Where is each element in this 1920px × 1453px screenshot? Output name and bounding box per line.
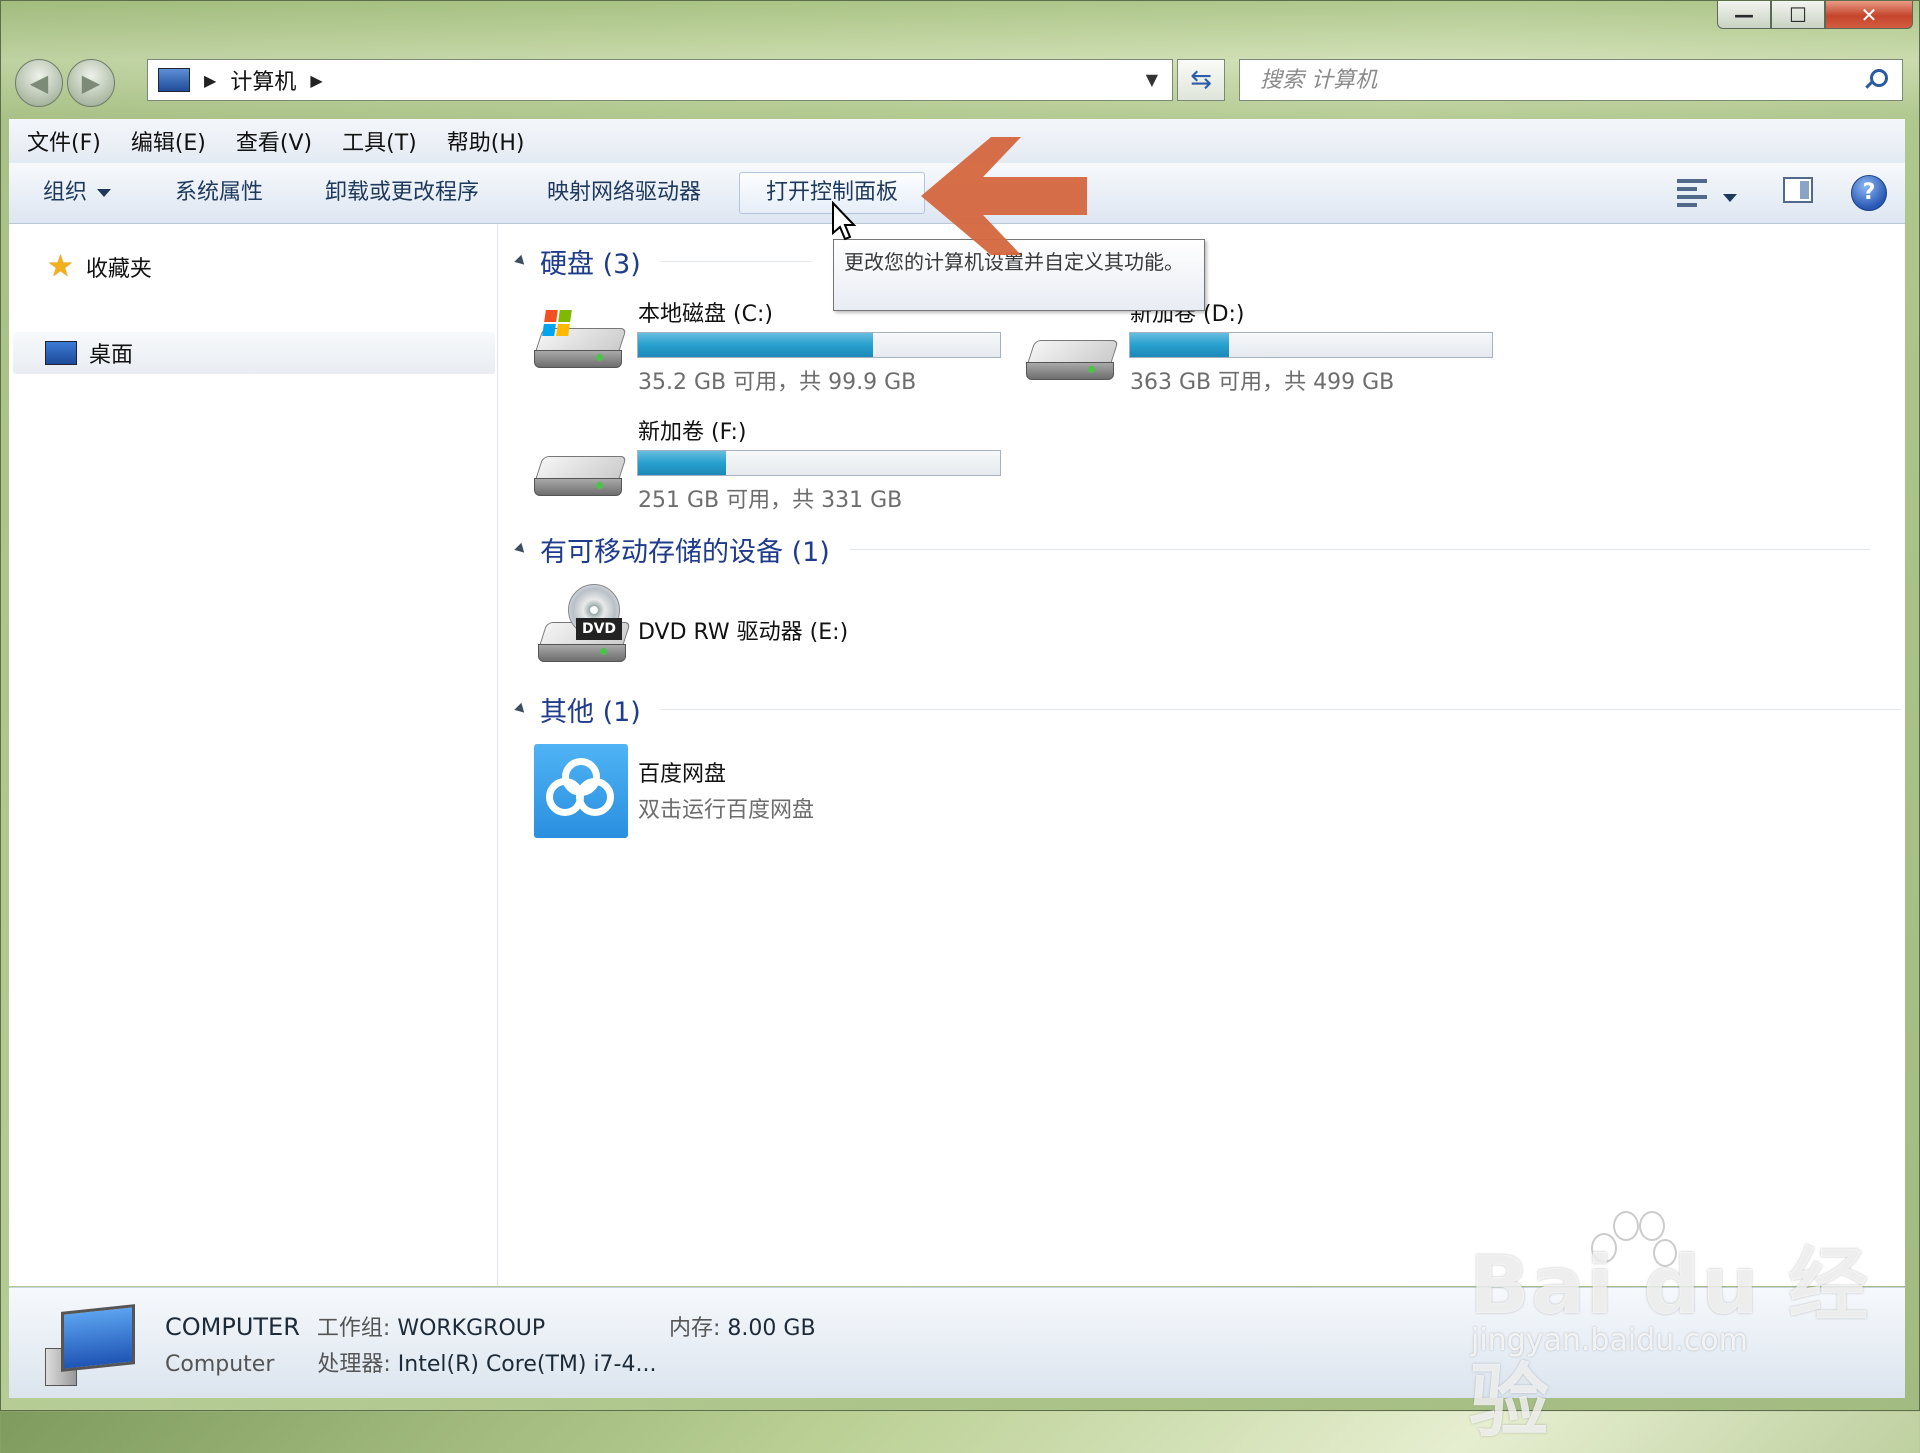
cpu-label: 处理器: bbox=[317, 1352, 391, 1377]
workgroup-label: 工作组: bbox=[316, 1316, 391, 1341]
nav-favorites[interactable]: ★ 收藏夹 bbox=[47, 249, 152, 284]
uninstall-program-button[interactable]: 卸载或更改程序 bbox=[325, 175, 479, 211]
breadcrumb-computer[interactable]: 计算机 bbox=[230, 64, 296, 96]
memory-label: 内存: bbox=[669, 1316, 721, 1341]
organize-button[interactable]: 组织 bbox=[43, 175, 112, 211]
caption-buttons: — ☐ ✕ bbox=[1717, 1, 1913, 31]
group-title: 有可移动存储的设备 (1) bbox=[540, 537, 830, 568]
content-pane: 硬盘 (3) 本地磁盘 (C:) 35.2 GB 可用，共 99.9 GB 新加… bbox=[498, 224, 1905, 1286]
menu-file[interactable]: 文件(F) bbox=[27, 125, 101, 157]
collapse-arrow-icon[interactable] bbox=[514, 702, 528, 717]
preview-pane-icon[interactable] bbox=[1783, 177, 1813, 203]
cpu-value: Intel(R) Core(TM) i7-4... bbox=[397, 1352, 657, 1377]
red-arrow-annotation-icon bbox=[921, 137, 1087, 255]
explorer-window: — ☐ ✕ ◀ ▶ ▶ 计算机 ▶ ▼ ⇆ 文件(F) 编辑(E) 查看(V) … bbox=[0, 0, 1920, 1448]
system-properties-button[interactable]: 系统属性 bbox=[175, 175, 263, 211]
baidu-netdisk-icon[interactable] bbox=[534, 744, 628, 838]
windows-logo-icon bbox=[542, 310, 572, 336]
divider bbox=[849, 549, 1870, 550]
memory-row: 内存: 8.00 GB bbox=[669, 1310, 816, 1342]
address-dropdown-icon[interactable]: ▼ bbox=[1146, 70, 1158, 89]
group-title: 其他 (1) bbox=[540, 697, 641, 728]
search-icon[interactable] bbox=[1864, 69, 1888, 91]
breadcrumb-chevron-icon[interactable]: ▶ bbox=[310, 71, 322, 90]
refresh-icon: ⇆ bbox=[1190, 65, 1212, 95]
computer-type-row: Computer 处理器: Intel(R) Core(TM) i7-4... bbox=[165, 1346, 656, 1378]
breadcrumb-chevron-icon[interactable]: ▶ bbox=[204, 71, 216, 90]
menu-view[interactable]: 查看(V) bbox=[236, 125, 312, 157]
search-input[interactable] bbox=[1258, 61, 1864, 99]
group-other[interactable]: 其他 (1) bbox=[514, 690, 1901, 729]
drive-usage-fill bbox=[1130, 333, 1229, 357]
map-network-drive-button[interactable]: 映射网络驱动器 bbox=[547, 175, 701, 211]
dvd-drive-name[interactable]: DVD RW 驱动器 (E:) bbox=[638, 614, 848, 646]
search-box[interactable] bbox=[1239, 59, 1903, 101]
drive-free-space: 35.2 GB 可用，共 99.9 GB bbox=[638, 370, 917, 395]
close-button[interactable]: ✕ bbox=[1825, 1, 1913, 29]
hard-disk-icon bbox=[533, 310, 627, 374]
dvd-drive-icon[interactable]: DVD bbox=[537, 584, 631, 668]
drive-name[interactable]: 本地磁盘 (C:) bbox=[638, 296, 773, 328]
forward-arrow-icon: ▶ bbox=[81, 69, 101, 97]
mouse-cursor-icon bbox=[832, 201, 857, 241]
hard-disk-icon bbox=[533, 450, 627, 502]
collapse-arrow-icon[interactable] bbox=[514, 542, 528, 557]
dropdown-icon bbox=[97, 189, 112, 197]
group-removable[interactable]: 有可移动存储的设备 (1) bbox=[514, 530, 1870, 569]
change-view-icon[interactable] bbox=[1677, 177, 1709, 207]
hard-disk-icon bbox=[1025, 334, 1119, 386]
divider bbox=[660, 709, 1901, 710]
drive-usage-bar bbox=[1129, 332, 1493, 358]
address-bar[interactable]: ▶ 计算机 ▶ ▼ bbox=[147, 59, 1173, 101]
view-dropdown-icon[interactable] bbox=[1723, 187, 1737, 206]
computer-large-icon bbox=[45, 1304, 137, 1386]
nav-desktop[interactable]: 桌面 bbox=[13, 332, 495, 374]
menu-edit[interactable]: 编辑(E) bbox=[131, 125, 206, 157]
forward-button[interactable]: ▶ bbox=[67, 59, 115, 107]
computer-type: Computer bbox=[165, 1352, 275, 1377]
dvd-badge: DVD bbox=[576, 618, 622, 640]
drive-usage-bar bbox=[637, 450, 1001, 476]
watermark-url: jingyan.baidu.com bbox=[1471, 1323, 1748, 1358]
navigation-pane: ★ 收藏夹 桌面 bbox=[9, 224, 498, 1286]
menu-tools[interactable]: 工具(T) bbox=[342, 125, 417, 157]
nav-desktop-label: 桌面 bbox=[89, 343, 134, 368]
drive-free-space: 363 GB 可用，共 499 GB bbox=[1130, 370, 1395, 395]
desktop-icon bbox=[45, 341, 77, 365]
collapse-arrow-icon[interactable] bbox=[514, 254, 528, 269]
drive-usage-bar bbox=[637, 332, 1001, 358]
maximize-button[interactable]: ☐ bbox=[1771, 1, 1825, 29]
drive-free-space: 251 GB 可用，共 331 GB bbox=[638, 488, 903, 513]
minimize-button[interactable]: — bbox=[1717, 1, 1771, 29]
computer-name: COMPUTER bbox=[165, 1313, 300, 1341]
group-hard-disks[interactable]: 硬盘 (3) bbox=[514, 242, 1896, 281]
back-arrow-icon: ◀ bbox=[29, 69, 49, 97]
help-icon[interactable]: ? bbox=[1851, 175, 1887, 211]
baidu-netdisk-name[interactable]: 百度网盘 bbox=[638, 756, 726, 788]
nav-favorites-label: 收藏夹 bbox=[85, 256, 152, 282]
divider bbox=[660, 261, 811, 262]
star-icon: ★ bbox=[47, 249, 74, 284]
refresh-button[interactable]: ⇆ bbox=[1177, 59, 1225, 101]
memory-value: 8.00 GB bbox=[727, 1316, 816, 1341]
drive-name[interactable]: 新加卷 (F:) bbox=[638, 414, 747, 446]
organize-label: 组织 bbox=[43, 180, 88, 205]
group-title: 硬盘 (3) bbox=[540, 249, 641, 280]
computer-icon bbox=[158, 68, 190, 92]
drive-usage-fill bbox=[638, 333, 873, 357]
drive-usage-fill bbox=[638, 451, 726, 475]
workgroup-value: WORKGROUP bbox=[397, 1316, 546, 1341]
computer-name-row: COMPUTER 工作组: WORKGROUP bbox=[165, 1310, 545, 1342]
menu-help[interactable]: 帮助(H) bbox=[447, 125, 525, 157]
baidu-netdisk-desc: 双击运行百度网盘 bbox=[638, 798, 815, 823]
back-button[interactable]: ◀ bbox=[15, 59, 63, 107]
